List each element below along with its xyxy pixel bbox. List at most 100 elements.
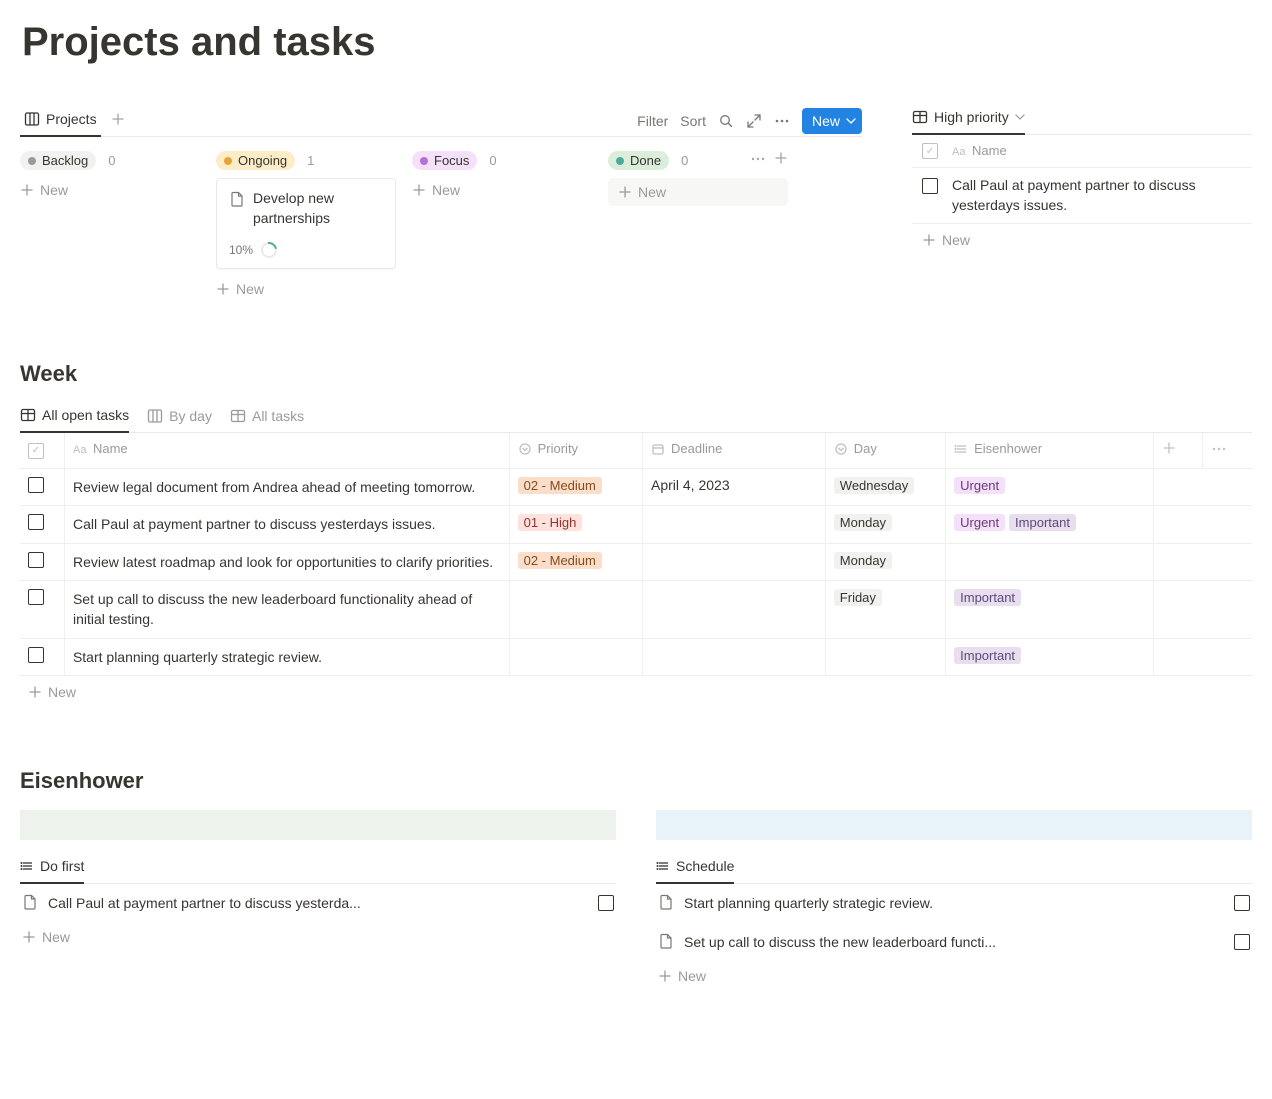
task-name-cell[interactable]: Review legal document from Andrea ahead … [64, 469, 509, 506]
column-add-icon[interactable] [774, 151, 788, 170]
eisenhower-cell[interactable]: Urgent [946, 469, 1154, 506]
progress-ring-icon [258, 239, 280, 261]
project-card[interactable]: Develop new partnerships 10% [216, 178, 396, 269]
task-row[interactable]: Start planning quarterly strategic revie… [20, 638, 1252, 675]
eisenhower-item[interactable]: Call Paul at payment partner to discuss … [20, 884, 616, 923]
status-pill[interactable]: Ongoing [216, 151, 295, 170]
table-icon [230, 408, 246, 424]
tab-all-open-tasks[interactable]: All open tasks [20, 403, 129, 433]
task-checkbox[interactable] [28, 477, 44, 493]
column-new-row[interactable]: New [20, 178, 200, 202]
task-row[interactable]: Review latest roadmap and look for oppor… [20, 543, 1252, 580]
sort-button[interactable]: Sort [680, 113, 706, 129]
priority-tag: 01 - High [518, 514, 583, 531]
task-checkbox[interactable] [28, 647, 44, 663]
schedule-new-row[interactable]: New [656, 962, 1252, 990]
board-icon [24, 111, 40, 127]
status-pill[interactable]: Done [608, 151, 669, 170]
board-column-done: Done 0 New [608, 151, 788, 301]
day-cell[interactable] [825, 638, 945, 675]
hp-new-row[interactable]: New [912, 224, 1252, 256]
task-checkbox[interactable] [28, 552, 44, 568]
text-prop-icon: Aa [73, 442, 87, 456]
column-more-icon[interactable] [750, 151, 766, 170]
card-title-text: Develop new partnerships [253, 189, 383, 228]
status-dot-icon [224, 157, 232, 165]
task-name-cell[interactable]: Review latest roadmap and look for oppor… [64, 543, 509, 580]
tab-high-priority[interactable]: High priority [912, 109, 1025, 135]
eisenhower-cell[interactable]: Important [946, 581, 1154, 639]
th-name[interactable]: AaName [64, 433, 509, 469]
task-checkbox[interactable] [1234, 895, 1250, 911]
priority-cell[interactable]: 02 - Medium [509, 543, 642, 580]
do-first-band [20, 810, 616, 840]
tab-projects[interactable]: Projects [20, 105, 101, 137]
th-priority[interactable]: Priority [509, 433, 642, 469]
column-name: Ongoing [238, 153, 287, 168]
status-pill[interactable]: Focus [412, 151, 477, 170]
task-checkbox[interactable] [922, 178, 938, 194]
day-cell[interactable]: Wednesday [825, 469, 945, 506]
task-row[interactable]: Set up call to discuss the new leaderboa… [20, 581, 1252, 639]
task-name-cell[interactable]: Start planning quarterly strategic revie… [64, 638, 509, 675]
priority-cell[interactable] [509, 638, 642, 675]
more-icon[interactable] [774, 113, 790, 129]
column-name: Done [630, 153, 661, 168]
task-row[interactable]: Review legal document from Andrea ahead … [20, 469, 1252, 506]
day-cell[interactable]: Friday [825, 581, 945, 639]
column-name: Focus [434, 153, 469, 168]
text-prop-icon: Aa [952, 144, 966, 158]
deadline-cell[interactable] [643, 638, 826, 675]
tab-schedule[interactable]: Schedule [656, 854, 734, 884]
day-cell[interactable]: Monday [825, 506, 945, 543]
add-column-button[interactable] [1153, 433, 1202, 469]
eisenhower-item[interactable]: Set up call to discuss the new leaderboa… [656, 923, 1252, 962]
search-icon[interactable] [718, 113, 734, 129]
task-checkbox[interactable] [28, 514, 44, 530]
task-row[interactable]: Call Paul at payment partner to discuss … [20, 506, 1252, 543]
hp-task-row[interactable]: Call Paul at payment partner to discuss … [912, 168, 1252, 224]
plus-icon [412, 183, 426, 197]
task-name-cell[interactable]: Call Paul at payment partner to discuss … [64, 506, 509, 543]
th-deadline[interactable]: Deadline [643, 433, 826, 469]
status-pill[interactable]: Backlog [20, 151, 96, 170]
deadline-cell[interactable] [643, 581, 826, 639]
eisenhower-item[interactable]: Start planning quarterly strategic revie… [656, 884, 1252, 923]
deadline-cell[interactable] [643, 543, 826, 580]
task-checkbox[interactable] [1234, 934, 1250, 950]
task-checkbox[interactable] [598, 895, 614, 911]
column-new-row[interactable]: New [216, 277, 396, 301]
hp-header-name: Aa Name [952, 143, 1007, 158]
priority-cell[interactable] [509, 581, 642, 639]
expand-icon[interactable] [746, 113, 762, 129]
add-view-button[interactable] [107, 108, 129, 133]
eisenhower-cell[interactable]: Important [946, 638, 1154, 675]
tab-do-first[interactable]: Do first [20, 854, 84, 884]
priority-cell[interactable]: 01 - High [509, 506, 642, 543]
day-cell[interactable]: Monday [825, 543, 945, 580]
deadline-cell[interactable]: April 4, 2023 [643, 469, 826, 506]
eisenhower-tag: Important [954, 647, 1021, 664]
column-new-row[interactable]: New [412, 178, 592, 202]
do-first-new-row[interactable]: New [20, 923, 616, 951]
select-prop-icon [518, 442, 532, 456]
priority-cell[interactable]: 02 - Medium [509, 469, 642, 506]
tab-by-day[interactable]: By day [147, 403, 212, 432]
task-checkbox[interactable] [28, 589, 44, 605]
chevron-down-icon [1015, 109, 1025, 125]
column-new-row[interactable]: New [608, 178, 788, 206]
eisenhower-cell[interactable]: Urgent Important [946, 506, 1154, 543]
column-name: Backlog [42, 153, 88, 168]
th-eisenhower[interactable]: Eisenhower [946, 433, 1154, 469]
chevron-down-icon [846, 116, 856, 126]
th-day[interactable]: Day [825, 433, 945, 469]
plus-icon [216, 282, 230, 296]
deadline-cell[interactable] [643, 506, 826, 543]
week-new-row[interactable]: New [20, 676, 1252, 708]
tab-all-tasks[interactable]: All tasks [230, 403, 304, 432]
task-name-cell[interactable]: Set up call to discuss the new leaderboa… [64, 581, 509, 639]
column-more-button[interactable] [1203, 433, 1252, 469]
new-project-button[interactable]: New [802, 108, 862, 134]
filter-button[interactable]: Filter [637, 113, 668, 129]
eisenhower-cell[interactable] [946, 543, 1154, 580]
